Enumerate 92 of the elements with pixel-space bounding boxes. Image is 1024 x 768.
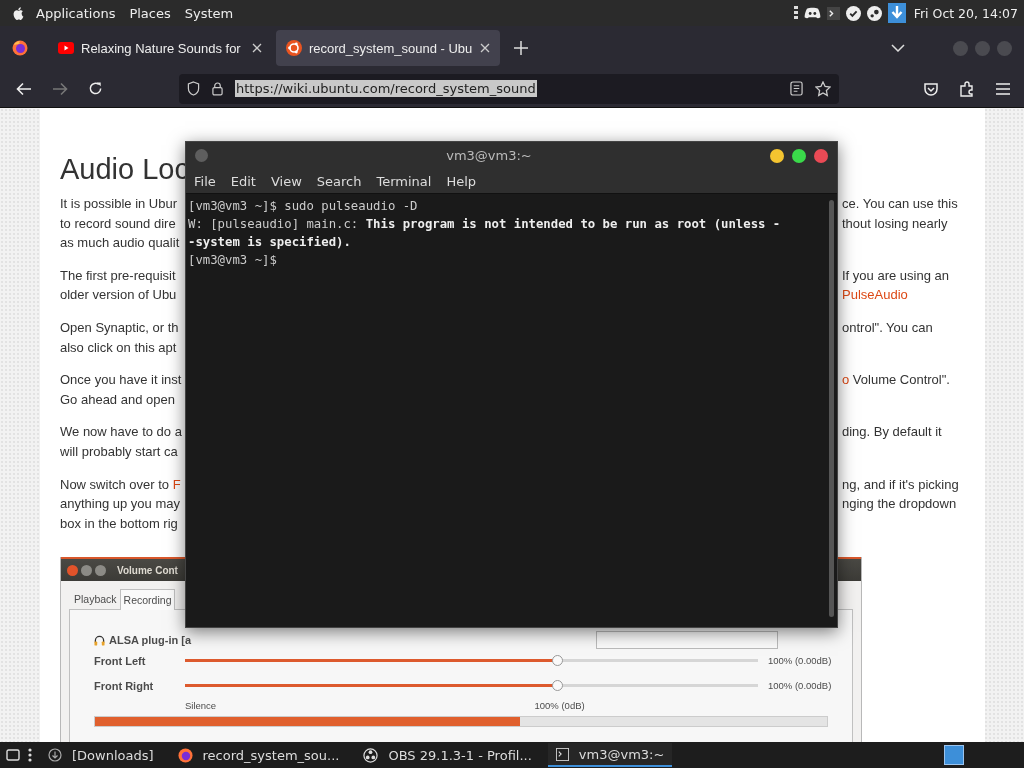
minimize-button[interactable]	[770, 148, 784, 163]
close-icon[interactable]	[480, 43, 490, 53]
close-icon[interactable]	[252, 43, 262, 53]
paragraph-text: Once you have it inst	[60, 372, 182, 388]
link[interactable]: PulseAudio	[842, 287, 908, 303]
terminal-line: [vm3@vm3 ~]$ sudo pulseaudio -D	[188, 198, 419, 215]
download-icon[interactable]	[887, 3, 906, 23]
tab[interactable]: Playback	[71, 589, 120, 611]
paragraph-text: We now have to do a	[60, 424, 182, 440]
paragraph-text: ce. You can use this	[842, 196, 958, 211]
menu-item[interactable]: View	[270, 173, 302, 189]
taskbar-item[interactable]: [Downloads]	[40, 743, 162, 767]
lock-icon[interactable]	[212, 81, 223, 96]
taskbar-item[interactable]: record_system_sou...	[169, 743, 348, 767]
reader-icon[interactable]	[790, 81, 803, 96]
star-icon[interactable]	[815, 80, 831, 97]
paragraph-text: nging the dropdown	[842, 496, 957, 512]
clock[interactable]: Fri Oct 20, 14:07	[913, 5, 1018, 21]
menu-item[interactable]: Applications	[32, 5, 120, 21]
slider-thumb[interactable]	[552, 680, 564, 692]
menu-item[interactable]: Help	[446, 173, 477, 189]
paragraph-text: to record sound dire	[60, 215, 176, 231]
download-circle-icon	[48, 748, 62, 762]
device-name: ALSA plug-in [a	[109, 634, 192, 647]
menu-item[interactable]: File	[194, 173, 216, 189]
check-icon[interactable]	[845, 5, 861, 21]
paragraph-text: as much audio qualit	[60, 235, 180, 251]
terminal-icon	[555, 747, 569, 761]
gamepad-icon[interactable]	[803, 6, 821, 20]
shield-icon[interactable]	[187, 81, 200, 96]
slider-thumb[interactable]	[552, 655, 564, 667]
terminal-line: [vm3@vm3 ~]$	[188, 252, 278, 269]
paragraph-text: If you are using an	[842, 267, 949, 283]
taskbar-item[interactable]: vm3@vm3:~	[547, 743, 673, 767]
paragraph-text: Open Synaptic, or th	[60, 319, 179, 335]
browser-logo-icon[interactable]	[12, 40, 28, 56]
channel-label: Front Right	[94, 679, 155, 692]
menu-item[interactable]: Places	[125, 5, 175, 21]
circle-logo-icon	[286, 40, 302, 56]
apple-icon[interactable]	[12, 6, 26, 20]
paragraph-text: ng, and if it's picking	[842, 476, 959, 492]
dots-icon[interactable]	[793, 6, 798, 20]
menu-item[interactable]: System	[180, 5, 238, 21]
puzzle-icon[interactable]	[959, 80, 975, 97]
browser-tab[interactable]: record_system_sound - Ubu	[276, 30, 500, 66]
paragraph-text: It is possible in Ubur	[60, 196, 178, 211]
paragraph-text: box in the bottom rig	[60, 515, 178, 531]
browser-tab[interactable]: Relaxing Nature Sounds for	[48, 30, 272, 66]
window-title: vm3@vm3:~	[445, 148, 533, 163]
paragraph-text: Go ahead and open	[60, 391, 175, 407]
reload-icon[interactable]	[88, 81, 103, 96]
channel-label: Front Left	[94, 654, 147, 667]
menu-icon[interactable]	[995, 81, 1011, 96]
window-list-icon[interactable]	[6, 749, 20, 761]
paragraph-text: also click on this apt	[60, 339, 177, 355]
paragraph-text: Now switch over to F	[60, 476, 181, 492]
scrollbar[interactable]	[829, 200, 834, 617]
pocket-icon[interactable]	[923, 80, 939, 97]
record-logo-icon	[363, 747, 379, 763]
paragraph-text: o Volume Control".	[842, 372, 950, 388]
close-button[interactable]	[814, 148, 828, 163]
terminal-line: -system is specified).	[188, 234, 352, 251]
link[interactable]: F	[172, 476, 181, 492]
back-icon[interactable]	[16, 81, 32, 96]
address-bar[interactable]: https://wiki.ubuntu.com/record_system_sound	[179, 73, 839, 104]
window-title: Volume Cont	[117, 564, 178, 576]
maximize-button[interactable]	[792, 148, 806, 163]
play-icon	[58, 42, 74, 54]
headphones-icon	[94, 634, 105, 646]
taskbar-item[interactable]: OBS 29.1.3-1 - Profil...	[355, 743, 540, 767]
browser-logo-icon	[177, 747, 193, 763]
paragraph-text: anything up you may	[60, 496, 180, 512]
handle-icon[interactable]	[28, 747, 32, 763]
menu-item[interactable]: Search	[316, 173, 362, 189]
link[interactable]: o	[842, 372, 850, 388]
scale-label: 100% (0dB)	[534, 700, 585, 712]
menu-item[interactable]: Edit	[230, 173, 256, 189]
paragraph-text: The first pre-requisit	[60, 267, 176, 283]
menu-item[interactable]: Terminal	[376, 173, 432, 189]
paragraph-text: ontrol". You can	[842, 319, 933, 335]
new-tab-icon[interactable]	[514, 41, 528, 55]
prompt-icon[interactable]	[826, 6, 840, 20]
paragraph-text: will probably start ca	[60, 443, 178, 459]
terminal-line: W: [pulseaudio] main.c: This program is not intended to be run as root (unless -	[188, 216, 782, 233]
paragraph-text: thout losing nearly	[842, 215, 948, 231]
chevron-down-icon[interactable]	[891, 44, 905, 52]
dropdown[interactable]	[596, 631, 778, 650]
paragraph-text: ding. By default it	[842, 424, 942, 440]
tab[interactable]: Recording	[119, 589, 176, 611]
scale-label: Silence	[185, 700, 217, 712]
paragraph-text: older version of Ubu	[60, 287, 177, 303]
forward-icon[interactable]	[52, 81, 68, 96]
